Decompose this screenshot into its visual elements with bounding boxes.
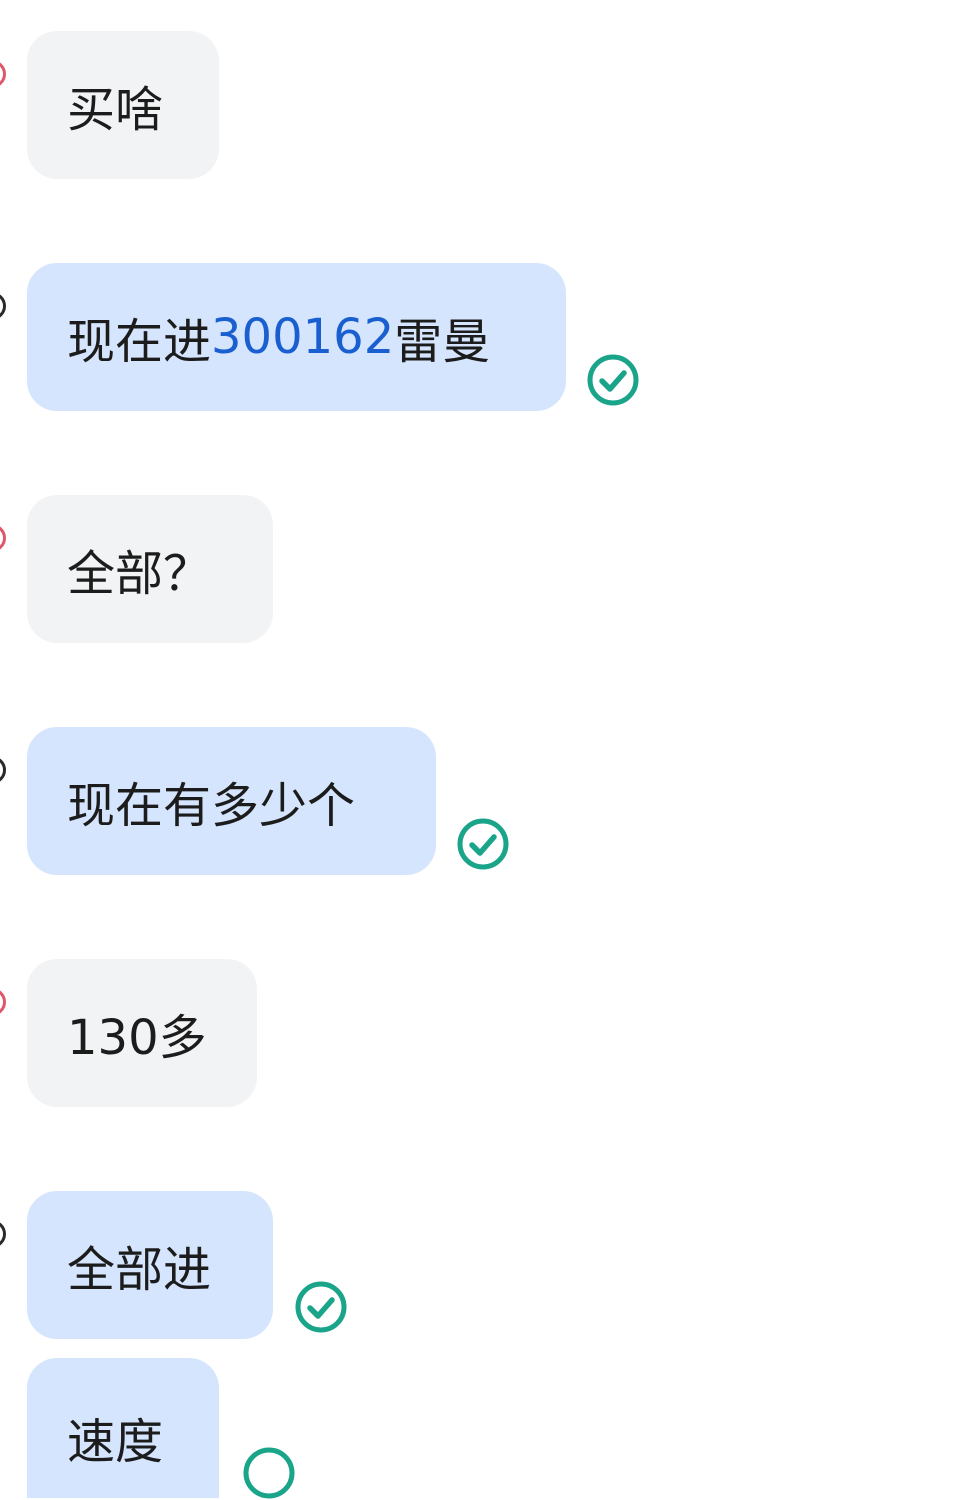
message-bubble-outgoing[interactable]: 速度: [27, 1358, 219, 1498]
message-text: 130多: [67, 1010, 207, 1066]
chat-screen: { "colors": { "incoming_bubble": "#f2f3f…: [0, 0, 960, 1499]
message-bubble-incoming[interactable]: 买啥: [27, 31, 219, 179]
read-check-icon: [587, 354, 639, 406]
message-text: 速度: [67, 1414, 164, 1470]
self-avatar[interactable]: [0, 292, 6, 320]
message-text: 全部进: [67, 1242, 212, 1298]
message-bubble-incoming[interactable]: 130多: [27, 959, 257, 1107]
message-bubble-incoming[interactable]: 全部？: [27, 495, 273, 643]
self-avatar[interactable]: [0, 756, 6, 784]
read-check-icon: [243, 1447, 295, 1499]
sender-avatar[interactable]: [0, 988, 6, 1016]
message-bubble-outgoing[interactable]: 全部进: [27, 1191, 273, 1339]
sender-avatar[interactable]: [0, 60, 6, 88]
read-check-icon: [457, 818, 509, 870]
read-check-icon: [295, 1281, 347, 1333]
self-avatar[interactable]: [0, 1220, 6, 1248]
message-text: 现在进: [67, 314, 212, 370]
message-bubble-outgoing[interactable]: 现在有多少个: [27, 727, 436, 875]
stock-code-link[interactable]: 300162: [211, 309, 394, 365]
message-text: 买啥: [67, 82, 164, 138]
message-text: 全部？: [67, 546, 212, 602]
sender-avatar[interactable]: [0, 524, 6, 552]
message-text: 雷曼: [394, 314, 491, 370]
message-text: 现在有多少个: [67, 778, 356, 834]
message-bubble-outgoing[interactable]: 现在进 300162 雷曼: [27, 263, 566, 411]
